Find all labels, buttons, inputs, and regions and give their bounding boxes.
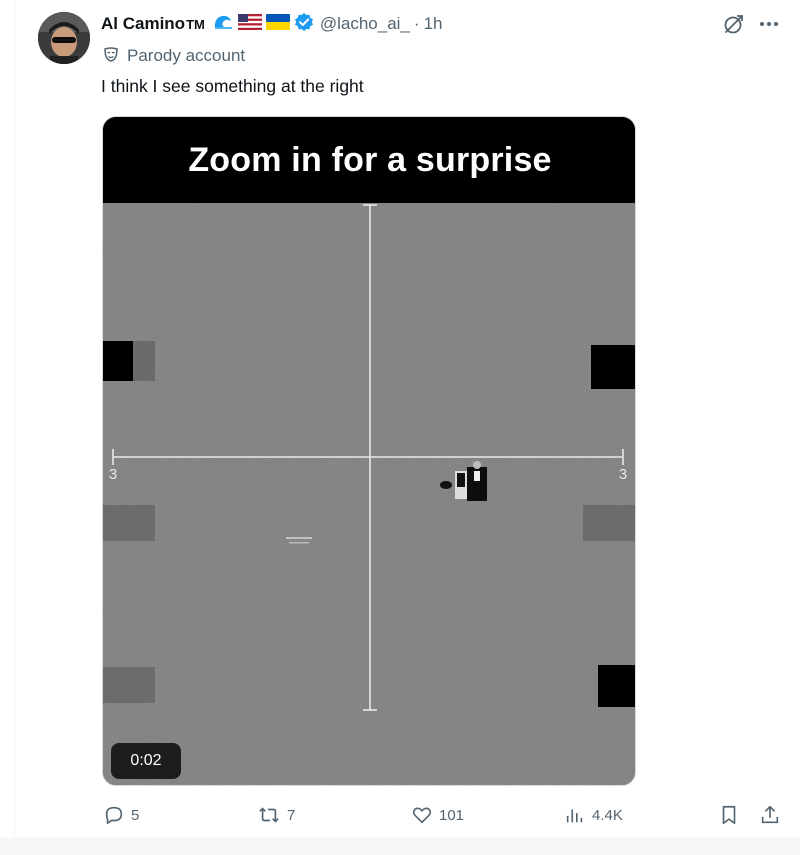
action-bar: 5 7 101 4.4K [0, 800, 800, 830]
video-frame [103, 203, 635, 785]
reply-button[interactable]: 5 [103, 800, 139, 830]
us-flag-icon [237, 13, 263, 35]
share-button[interactable] [759, 800, 787, 830]
like-button[interactable]: 101 [411, 800, 464, 830]
repost-icon [259, 807, 279, 823]
bottom-divider [0, 838, 800, 855]
views-button[interactable]: 4.4K [564, 800, 623, 830]
reply-icon [105, 806, 123, 825]
user-handle[interactable]: @lacho_ai_ [320, 14, 410, 34]
right-black-block-lower [598, 665, 635, 707]
wave-icon [212, 13, 234, 36]
timeline-left-border [14, 0, 15, 854]
more-icon[interactable] [756, 12, 782, 36]
view-count: 4.4K [592, 806, 623, 824]
separator-dot: · [413, 14, 420, 33]
left-gray-block-lower [103, 667, 155, 703]
avatar-image [38, 12, 90, 64]
reply-count: 5 [131, 806, 140, 824]
tiny-caption [286, 537, 312, 539]
repost-count: 7 [287, 806, 296, 824]
grok-icon[interactable] [722, 12, 746, 36]
parody-account-text: Parody account [127, 46, 246, 65]
avatar[interactable] [38, 12, 90, 64]
repost-button[interactable]: 7 [257, 800, 295, 830]
post-timestamp[interactable]: 1h [424, 14, 443, 34]
right-gray-block [583, 505, 635, 541]
post-text: I think I see something at the right [101, 76, 364, 96]
video-duration: 0:02 [111, 743, 181, 779]
display-name[interactable]: Al Camino [101, 14, 185, 34]
left-gray-block-upper [103, 505, 155, 541]
bookmark-icon [722, 805, 736, 825]
parody-mask-icon [103, 46, 119, 67]
right-black-block-upper [591, 345, 635, 389]
share-icon [761, 805, 779, 824]
video-player[interactable]: Zoom in for a surprise 3 3 0:02 [102, 116, 636, 786]
like-count: 101 [439, 806, 465, 824]
bookmark-button[interactable] [718, 800, 746, 830]
parody-account-label: Parody account [103, 44, 245, 68]
post-header: Al Camino TM @lacho_ai_ · 1h [101, 12, 442, 36]
heart-icon [412, 807, 432, 824]
ukraine-flag-icon [265, 13, 290, 35]
trademark-label: TM [186, 16, 205, 32]
video-banner-text: Zoom in for a surprise [103, 117, 635, 203]
verified-badge-icon[interactable] [294, 12, 314, 37]
left-black-block [103, 341, 133, 381]
views-chart-icon [566, 809, 583, 823]
